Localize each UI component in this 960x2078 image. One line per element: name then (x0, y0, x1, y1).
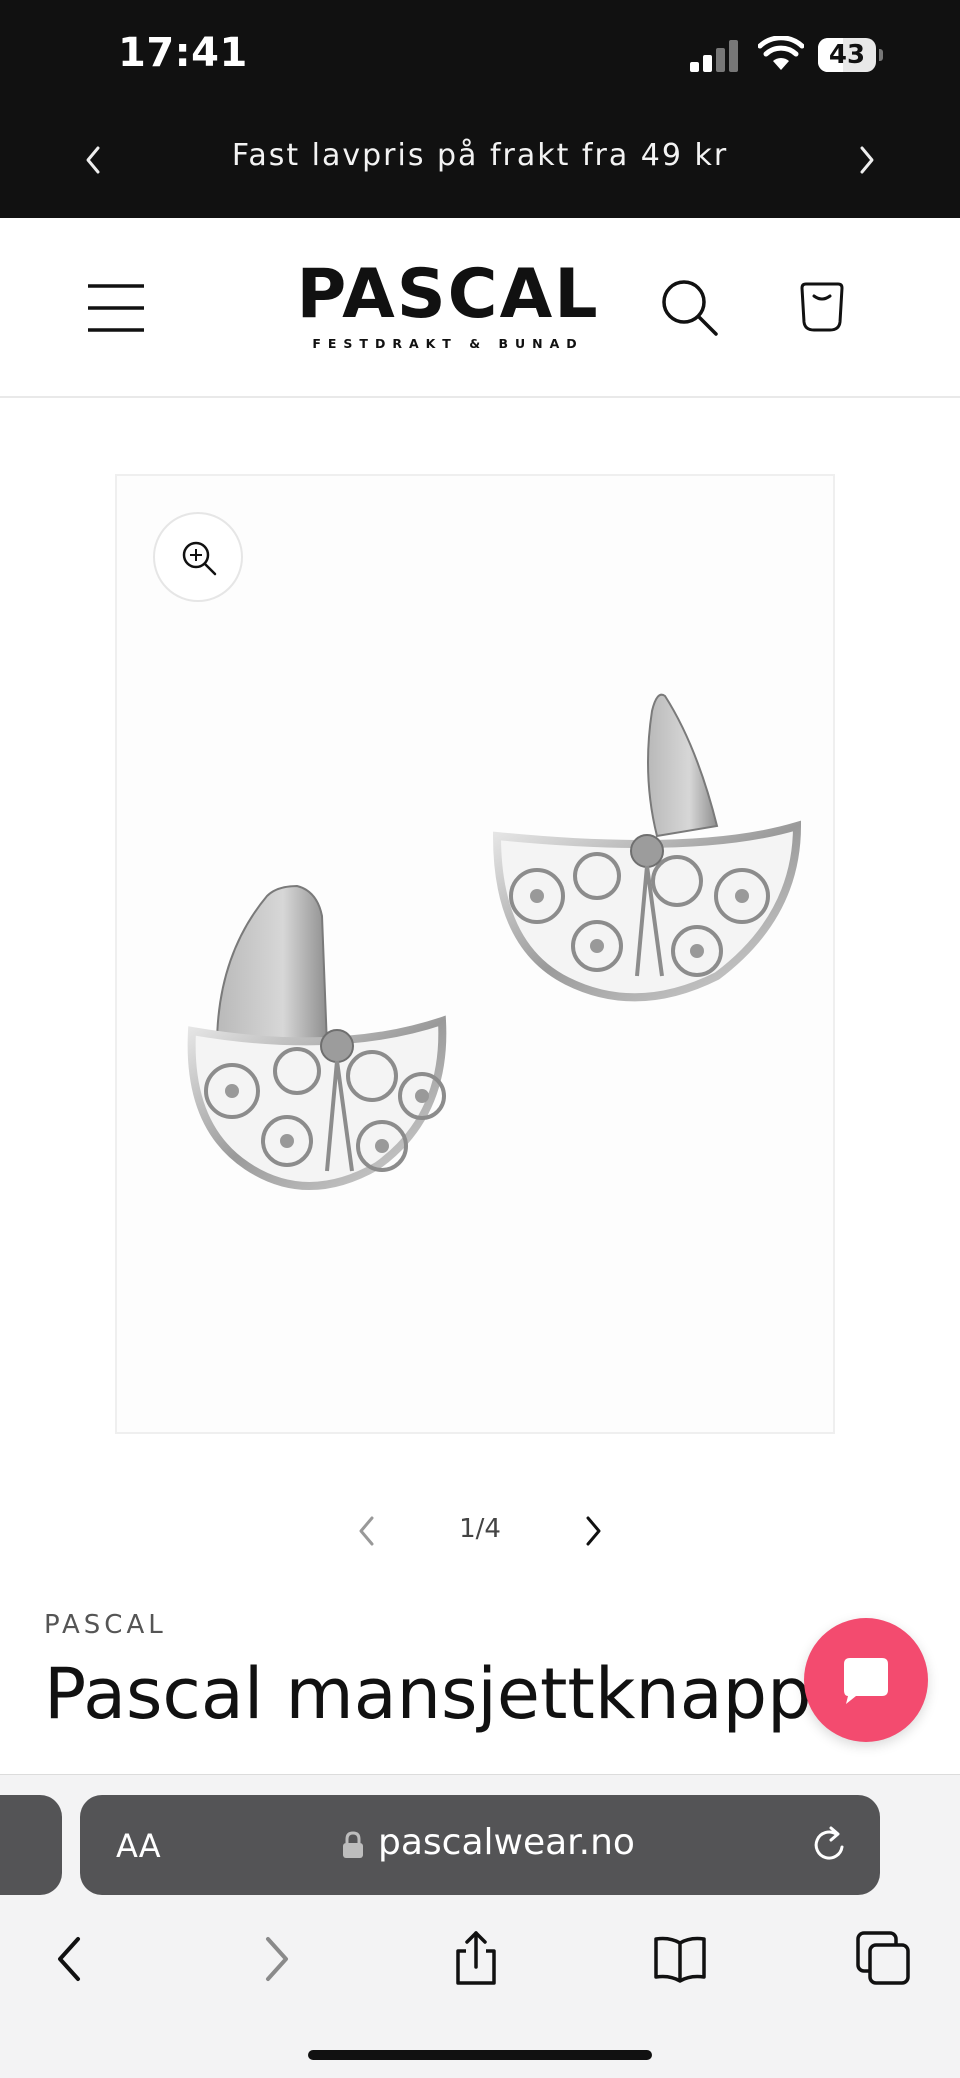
logo[interactable]: PASCAL FESTDRAKT & BUNAD (296, 255, 600, 358)
product-image-container[interactable] (115, 474, 835, 1434)
logo-tagline: FESTDRAKT & BUNAD (312, 336, 584, 351)
slider-counter: 1/4 (459, 1514, 501, 1544)
chat-bubble-icon (844, 1658, 888, 1704)
site-header: PASCAL FESTDRAKT & BUNAD (0, 218, 960, 398)
chevron-right-icon[interactable] (848, 140, 884, 180)
previous-tab-preview[interactable] (0, 1795, 62, 1895)
zoom-in-icon (182, 541, 217, 576)
lock-icon (343, 1831, 363, 1858)
url-text[interactable]: pascalwear.no (378, 1822, 635, 1863)
battery-icon: 43 (818, 38, 884, 74)
wifi-icon (758, 36, 804, 70)
address-bar[interactable]: AA pascalwear.no (80, 1795, 880, 1895)
cart-icon[interactable] (796, 278, 848, 334)
search-icon[interactable] (660, 278, 720, 338)
product-vendor: PASCAL (44, 1610, 167, 1640)
slider-next-icon[interactable] (578, 1514, 608, 1548)
slider-controls: 1/4 (340, 1508, 620, 1554)
product-image (187, 693, 802, 1190)
zoom-button[interactable] (153, 512, 243, 602)
status-time: 17:41 (118, 30, 248, 76)
home-indicator (308, 2050, 652, 2060)
cufflink-right (492, 693, 802, 1002)
tabs-icon[interactable] (854, 1929, 914, 1989)
browser-chrome: AA pascalwear.no (0, 1774, 960, 2078)
back-icon[interactable] (42, 1929, 102, 1989)
chat-button[interactable] (804, 1618, 928, 1742)
reader-settings-button[interactable]: AA (116, 1827, 161, 1865)
slider-prev-icon[interactable] (352, 1514, 382, 1548)
announcement-bar: Fast lavpris på frakt fra 49 kr (0, 100, 960, 218)
forward-icon[interactable] (246, 1929, 306, 1989)
status-bar: 17:41 43 (0, 0, 960, 100)
cufflink-left (187, 884, 447, 1190)
reload-icon[interactable] (810, 1825, 850, 1865)
logo-main: PASCAL (296, 255, 600, 334)
menu-icon[interactable] (86, 280, 146, 336)
announcement-text: Fast lavpris på frakt fra 49 kr (231, 138, 729, 173)
signal-icon (690, 40, 738, 72)
share-icon[interactable] (446, 1929, 506, 1989)
bookmarks-icon[interactable] (650, 1929, 710, 1989)
battery-level: 43 (828, 40, 866, 70)
